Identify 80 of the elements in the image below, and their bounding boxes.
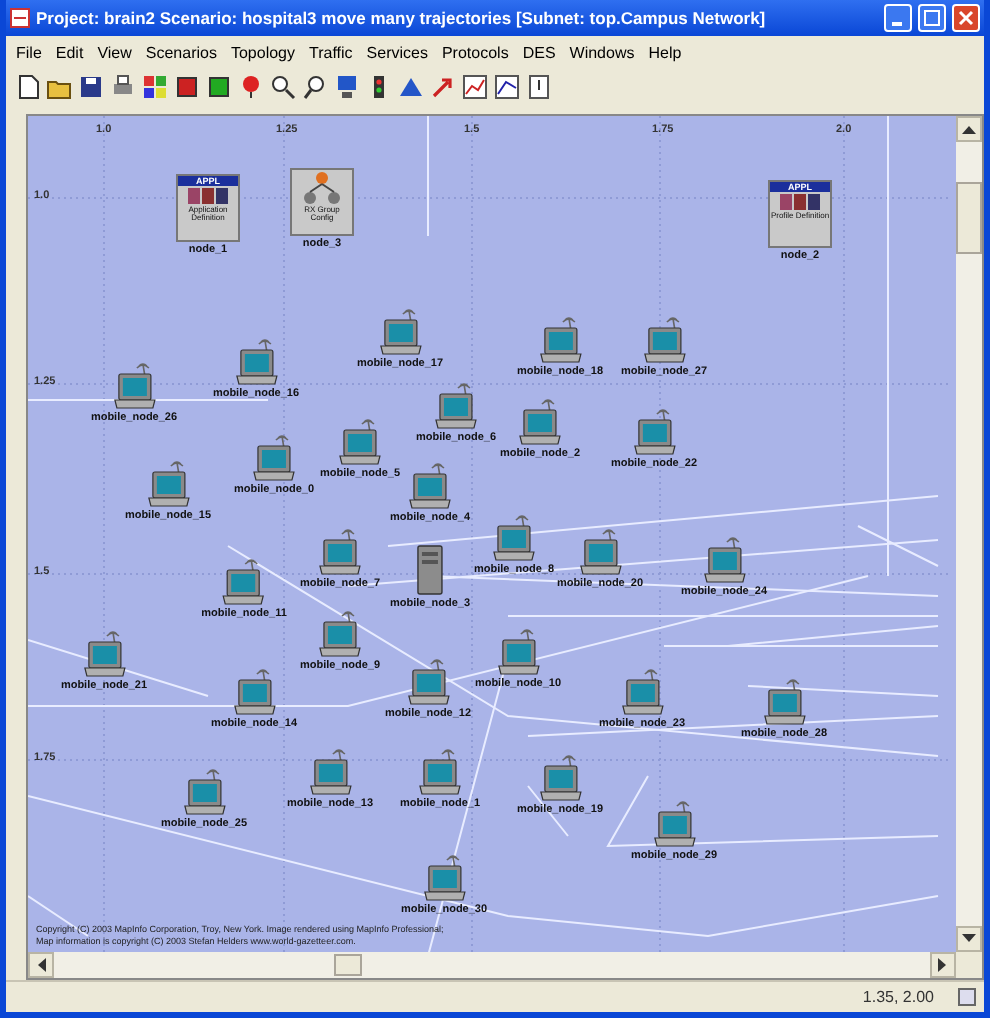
- laptop-icon: [642, 316, 686, 364]
- scroll-down-button[interactable]: [956, 926, 982, 952]
- menu-item[interactable]: Scenarios: [145, 43, 217, 61]
- laptop-icon: [496, 628, 540, 676]
- maximize-icon: [924, 10, 940, 26]
- stop-icon[interactable]: [174, 73, 200, 99]
- close-button[interactable]: [952, 4, 980, 32]
- laptop-icon: [620, 668, 664, 716]
- new-document-icon[interactable]: [14, 73, 40, 99]
- laptop-icon: [252, 434, 296, 482]
- close-icon: [958, 10, 974, 26]
- laptop-icon: [82, 630, 126, 678]
- menu-item[interactable]: DES: [522, 43, 556, 61]
- minimize-button[interactable]: [884, 4, 912, 32]
- horizontal-scrollbar[interactable]: [28, 952, 956, 978]
- profile-grid-icon: [778, 192, 822, 212]
- chart-icon[interactable]: [462, 73, 488, 99]
- graph-icon[interactable]: [494, 73, 520, 99]
- up-arrow-icon: [962, 124, 976, 134]
- server-tower-icon: [416, 544, 444, 596]
- menu-item[interactable]: Edit: [55, 43, 84, 61]
- scroll-left-button[interactable]: [28, 952, 54, 978]
- laptop-icon: [762, 678, 806, 726]
- laptop-icon: [492, 514, 536, 562]
- laptop-icon: [702, 536, 746, 584]
- down-arrow-icon: [962, 934, 976, 944]
- laptop-icon: [538, 754, 582, 802]
- scroll-up-button[interactable]: [956, 116, 982, 142]
- laptop-icon: [406, 658, 450, 706]
- laptop-icon: [338, 418, 382, 466]
- triangle-icon[interactable]: [398, 73, 424, 99]
- menu-item[interactable]: Help: [648, 43, 682, 61]
- right-arrow-icon: [938, 958, 948, 972]
- scroll-right-button[interactable]: [930, 952, 956, 978]
- menu-item[interactable]: Services: [366, 43, 428, 61]
- laptop-icon: [222, 558, 266, 606]
- laptop-icon: [234, 338, 278, 386]
- laptop-icon: [318, 610, 362, 658]
- laptop-icon: [378, 308, 422, 356]
- menu-item[interactable]: Protocols: [441, 43, 509, 61]
- laptop-icon: [308, 748, 352, 796]
- laptop-icon: [318, 528, 362, 576]
- scroll-thumb[interactable]: [956, 182, 982, 254]
- go-icon[interactable]: [206, 73, 232, 99]
- laptop-icon: [232, 668, 276, 716]
- maximize-button[interactable]: [918, 4, 946, 32]
- laptop-icon: [652, 800, 696, 848]
- status-icon: [958, 988, 976, 1006]
- laptop-icon: [146, 460, 190, 508]
- vertical-scrollbar[interactable]: [956, 116, 982, 952]
- window-icon[interactable]: [526, 73, 552, 99]
- laptop-icon: [632, 408, 676, 456]
- menu-item[interactable]: Traffic: [309, 43, 353, 61]
- laptop-icon: [418, 748, 462, 796]
- menu-item[interactable]: Topology: [230, 43, 295, 61]
- zoom-out-icon[interactable]: [302, 73, 328, 99]
- applications-icon: [186, 186, 230, 206]
- laptop-icon: [434, 382, 478, 430]
- laptop-icon: [538, 316, 582, 364]
- computer-icon[interactable]: [334, 73, 360, 99]
- menu-item[interactable]: File: [16, 43, 42, 61]
- palette-icon[interactable]: [142, 73, 168, 99]
- coordinates-readout: 1.35, 2.00: [862, 988, 934, 1006]
- zoom-in-icon[interactable]: [270, 73, 296, 99]
- menu-item[interactable]: View: [97, 43, 132, 61]
- laptop-icon: [112, 362, 156, 410]
- laptop-icon: [578, 528, 622, 576]
- arrow-icon[interactable]: [430, 73, 456, 99]
- scroll-thumb[interactable]: [334, 954, 362, 976]
- laptop-icon: [182, 768, 226, 816]
- pin-icon[interactable]: [238, 73, 264, 99]
- print-icon[interactable]: [110, 73, 136, 99]
- laptop-icon: [518, 398, 562, 446]
- left-arrow-icon: [36, 958, 46, 972]
- app-icon: [10, 8, 30, 28]
- save-icon[interactable]: [78, 73, 104, 99]
- laptop-icon: [422, 854, 466, 902]
- window-title: Project: brain2 Scenario: hospital3 move many trajectories [Subnet: top.Campus Network]: [36, 8, 768, 28]
- laptop-icon: [408, 462, 452, 510]
- menu-item[interactable]: Windows: [569, 43, 635, 61]
